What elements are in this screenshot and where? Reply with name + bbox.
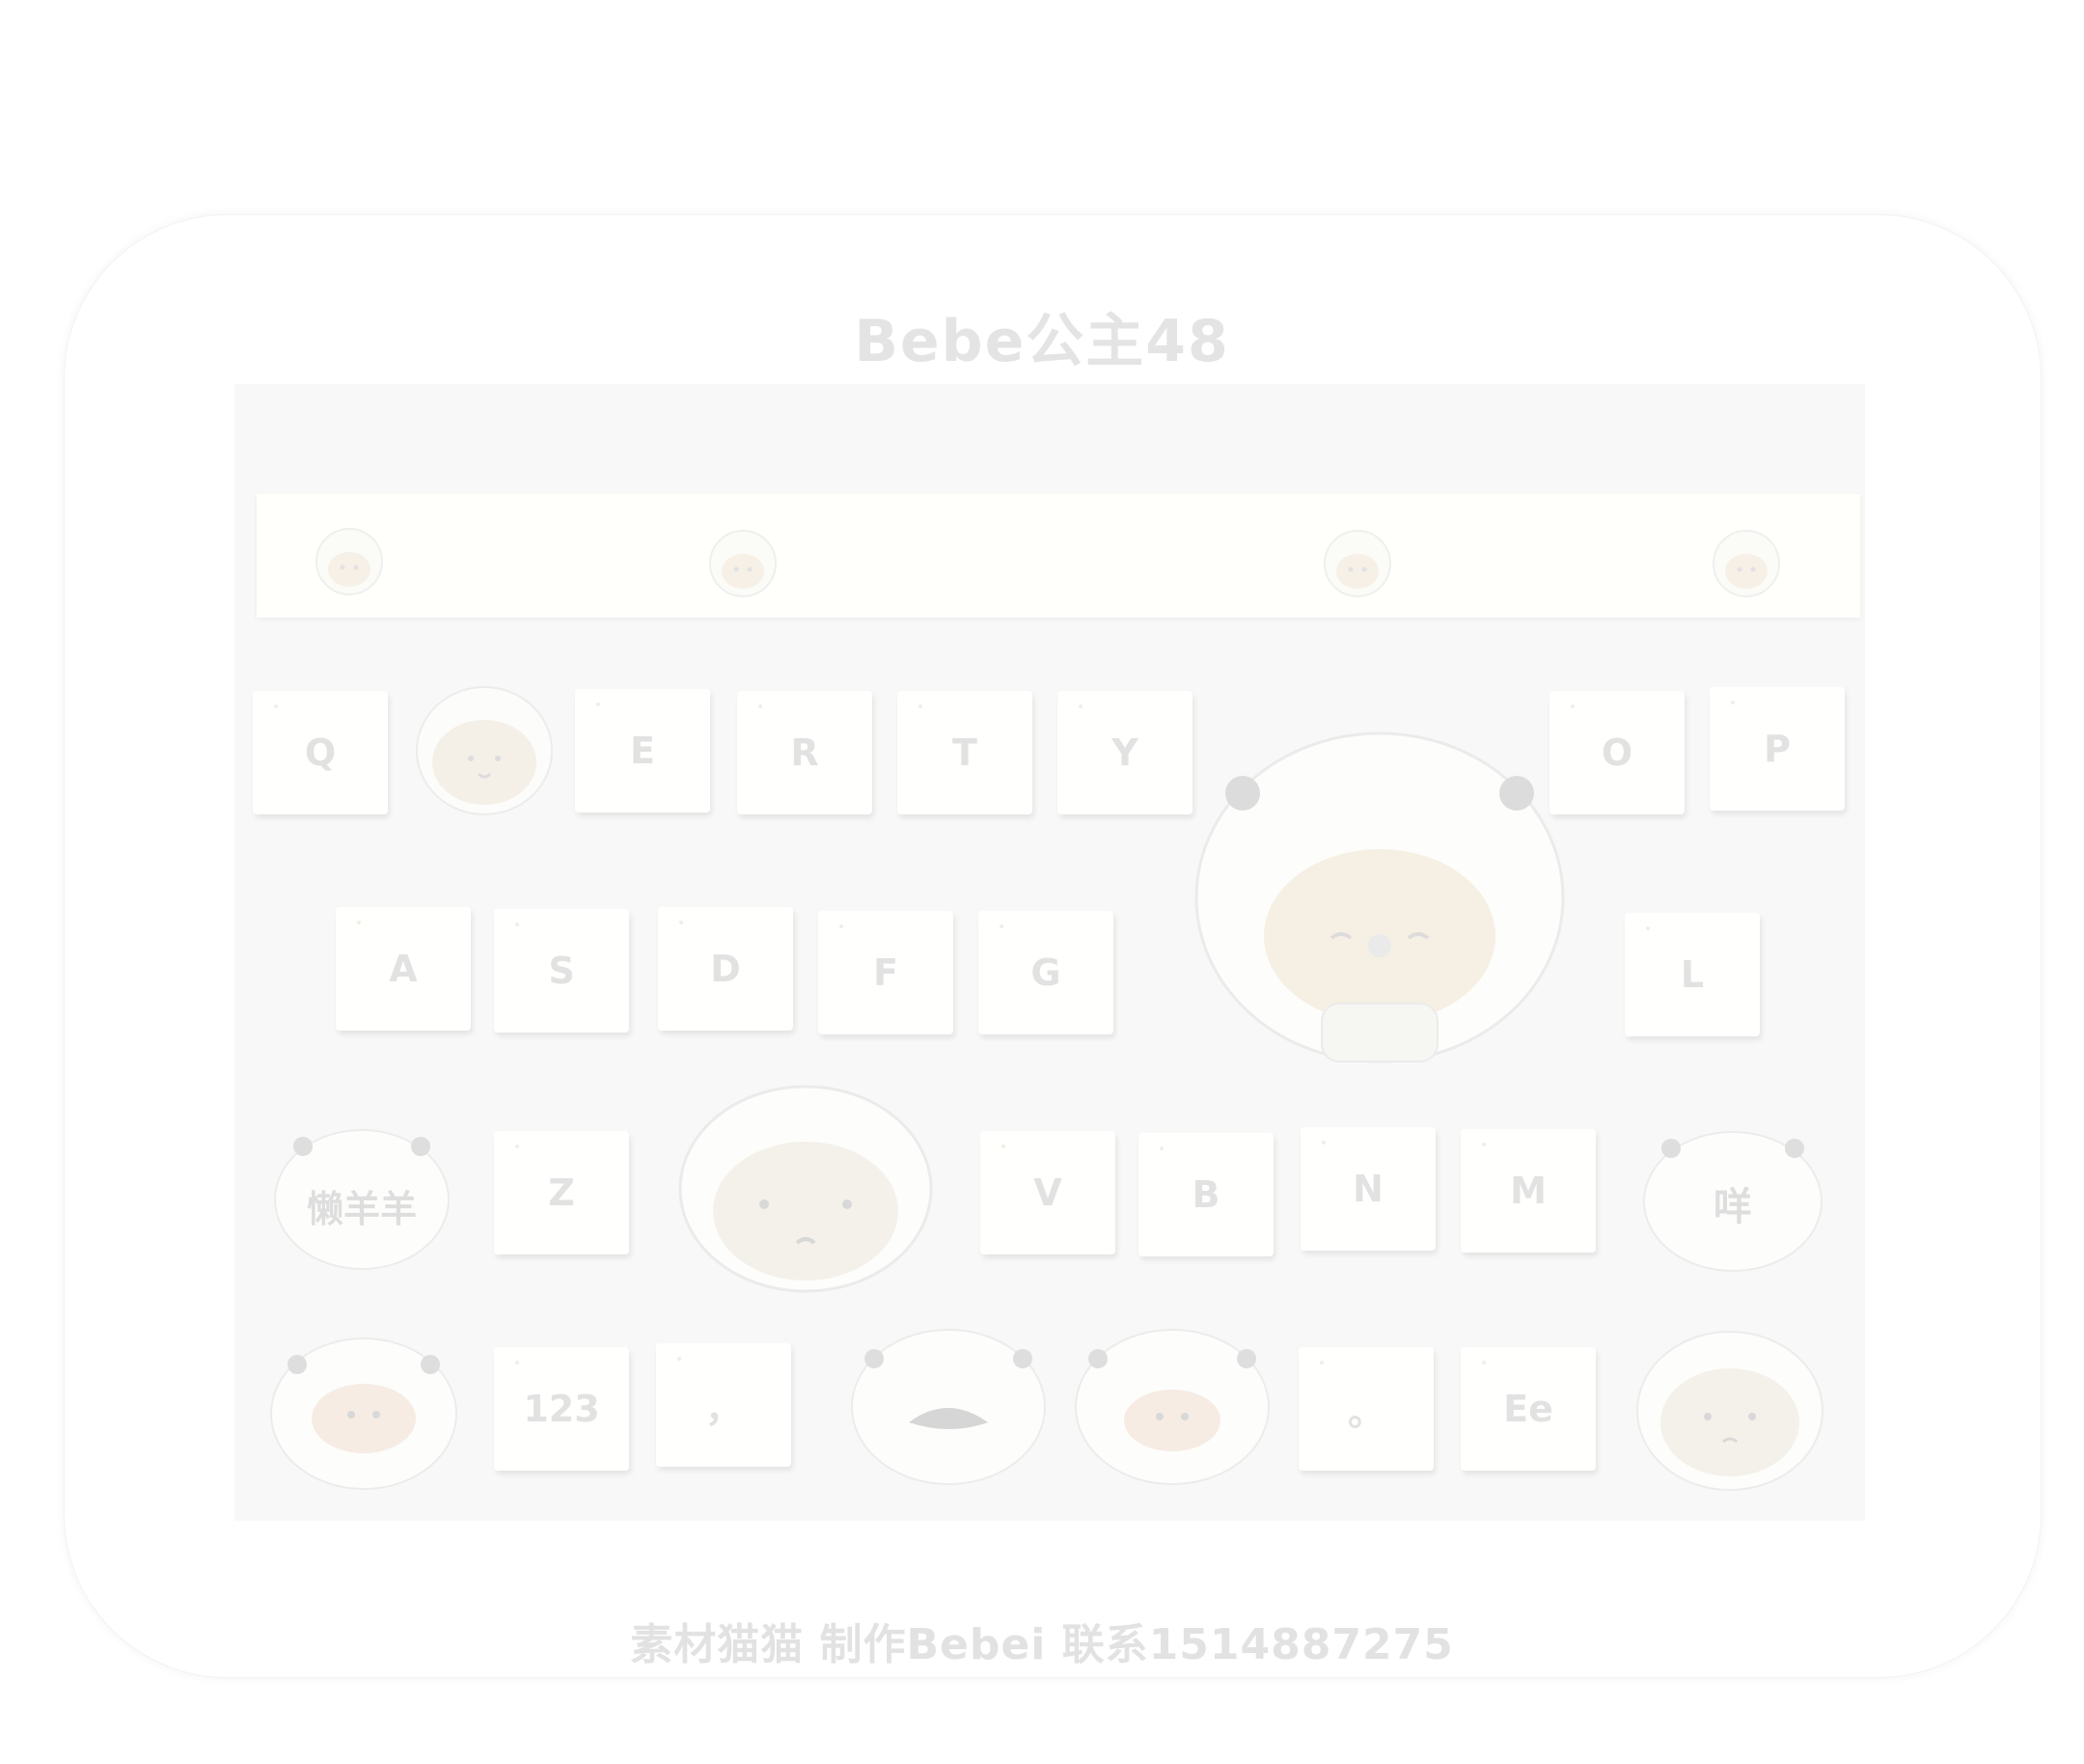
- space-sheep-left-icon[interactable]: [841, 1318, 1056, 1502]
- emoji-sheep-key-icon[interactable]: [262, 1322, 465, 1496]
- toolbar-sheep-icon-3[interactable]: [1317, 521, 1398, 602]
- toolbar-sheep-icon-4[interactable]: [1706, 521, 1787, 602]
- key-comma[interactable]: ，: [656, 1343, 791, 1467]
- credit-footer: 素材猫猫 制作Bebei 联系1514887275: [630, 1620, 1454, 1669]
- key-m[interactable]: M: [1461, 1129, 1596, 1253]
- delete-sheep-label: 咩: [1714, 1185, 1752, 1229]
- shift-sheep-label: 懒羊羊: [306, 1188, 417, 1230]
- space-sheep-right-icon[interactable]: [1065, 1318, 1279, 1502]
- key-f[interactable]: F: [818, 911, 953, 1034]
- toolbar-sheep-icon-2[interactable]: [702, 521, 783, 602]
- key-period[interactable]: 。: [1299, 1347, 1434, 1471]
- toolbar-sheep-icon-1[interactable]: [309, 519, 390, 600]
- key-l[interactable]: L: [1625, 913, 1760, 1036]
- key-case-toggle[interactable]: Ee: [1461, 1347, 1596, 1471]
- candidate-toolbar: [257, 494, 1860, 618]
- delete-sheep-key[interactable]: 咩: [1636, 1110, 1829, 1274]
- key-r[interactable]: R: [737, 691, 872, 814]
- key-t[interactable]: T: [897, 691, 1032, 814]
- key-d[interactable]: D: [658, 907, 793, 1031]
- key-p[interactable]: P: [1710, 687, 1845, 811]
- key-n[interactable]: N: [1301, 1127, 1436, 1251]
- key-q[interactable]: Q: [253, 691, 388, 814]
- key-z[interactable]: Z: [494, 1131, 629, 1254]
- big-sheep-key-icon[interactable]: [1158, 704, 1602, 1090]
- key-numbers[interactable]: 123: [494, 1347, 629, 1471]
- key-e[interactable]: E: [575, 689, 710, 813]
- key-a[interactable]: A: [336, 907, 471, 1031]
- skin-title: Bebe公主48: [854, 308, 1230, 375]
- shift-sheep-key[interactable]: 懒羊羊: [270, 1108, 453, 1272]
- key-g[interactable]: G: [978, 911, 1113, 1034]
- key-s[interactable]: S: [494, 909, 629, 1033]
- key-b[interactable]: B: [1138, 1133, 1274, 1256]
- sheep-key-w-icon[interactable]: [405, 681, 569, 826]
- key-v[interactable]: V: [980, 1131, 1115, 1254]
- sheep-key-x-icon[interactable]: [666, 1081, 946, 1303]
- enter-sheep-key-icon[interactable]: [1631, 1322, 1829, 1496]
